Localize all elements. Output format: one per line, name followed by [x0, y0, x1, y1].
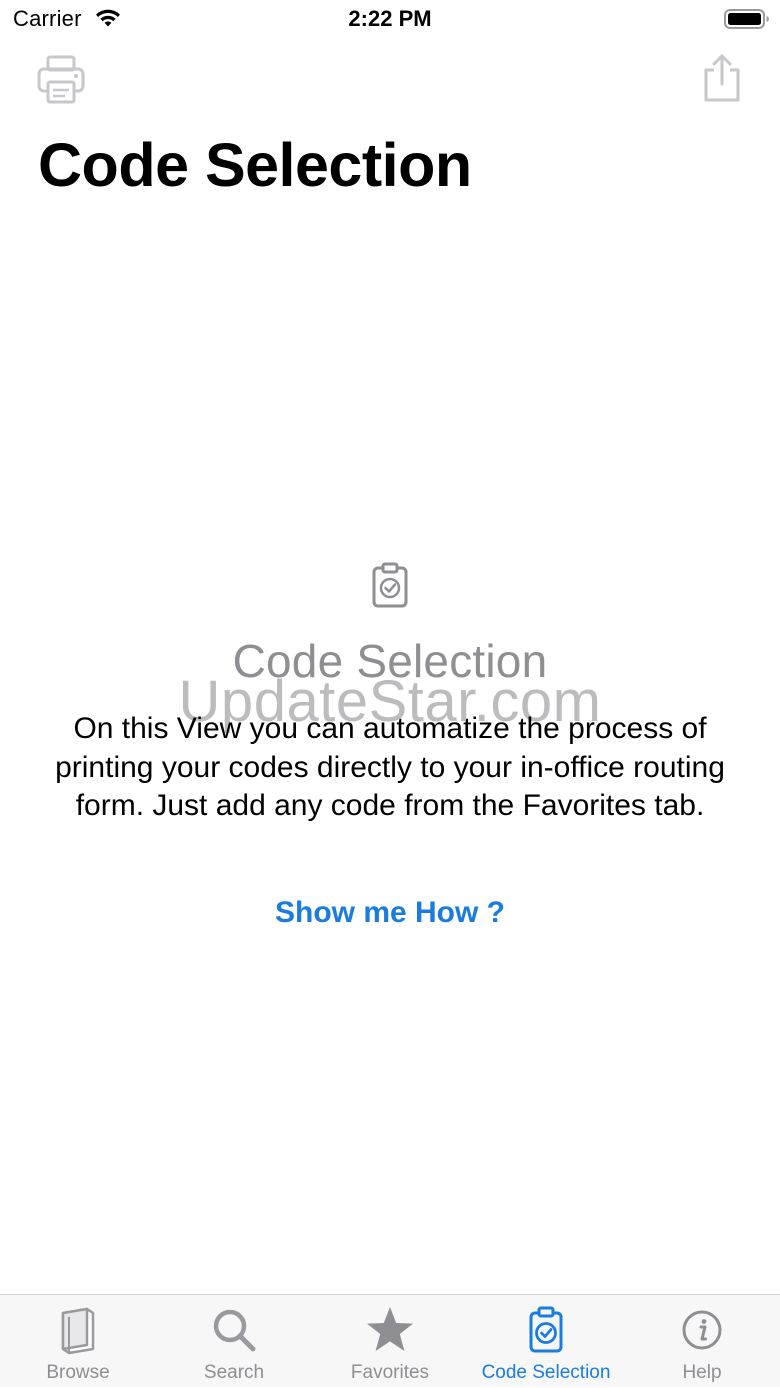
tab-favorites[interactable]: Favorites [312, 1295, 468, 1388]
page-title: Code Selection [38, 131, 472, 199]
battery-icon [724, 9, 769, 29]
clock: 2:22 PM [348, 6, 432, 31]
tab-label-search: Search [203, 1362, 265, 1383]
tab-browse[interactable]: Browse [0, 1295, 156, 1388]
share-button[interactable] [696, 52, 748, 104]
tab-label-code-selection: Code Selection [481, 1362, 611, 1383]
status-bar: Carrier 2:22 PM [0, 0, 780, 40]
print-button[interactable] [36, 54, 88, 106]
magnifier-icon [213, 1309, 256, 1352]
tab-label-browse: Browse [46, 1362, 110, 1383]
clipboard-check-icon [529, 1306, 563, 1353]
tab-code-selection[interactable]: Code Selection [468, 1295, 624, 1388]
empty-state-description: On this View you can automatize the proc… [55, 712, 725, 822]
clipboard-check-icon [372, 562, 408, 608]
printer-icon [37, 55, 85, 104]
tab-bar: Browse Search Favorites Code Selection H… [0, 1294, 780, 1387]
share-icon [704, 54, 740, 102]
tab-help[interactable]: Help [624, 1295, 780, 1388]
tab-label-favorites: Favorites [350, 1362, 430, 1383]
info-icon [682, 1310, 722, 1350]
show-me-how-link[interactable]: Show me How ? [0, 896, 780, 930]
tab-search[interactable]: Search [156, 1295, 312, 1388]
tab-label-help: Help [682, 1362, 722, 1383]
star-icon [367, 1307, 413, 1351]
book-icon [61, 1307, 95, 1355]
